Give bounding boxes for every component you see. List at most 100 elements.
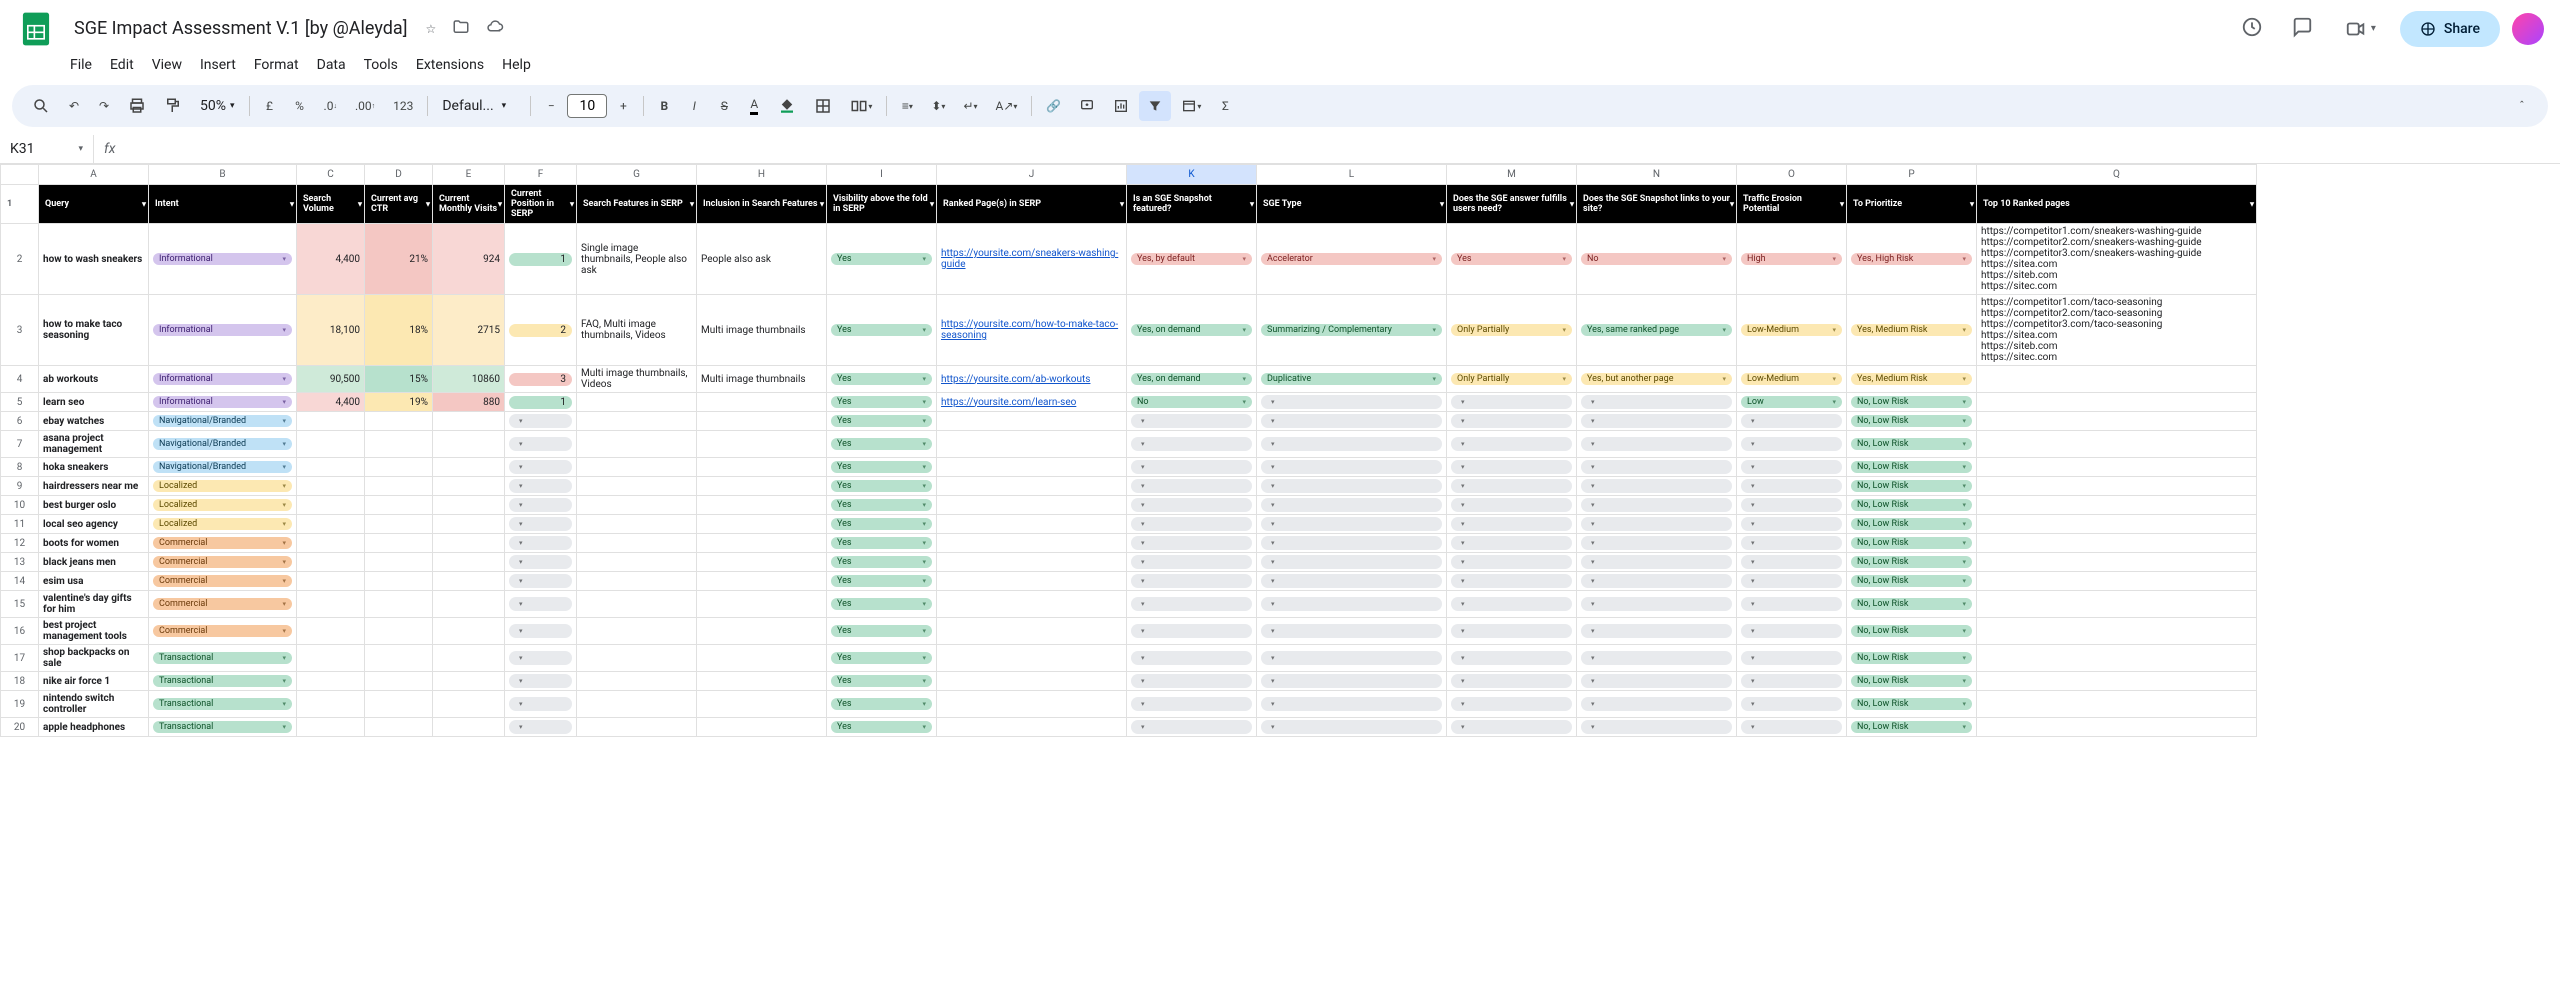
cell[interactable] <box>1977 393 2257 412</box>
cell[interactable] <box>697 618 827 645</box>
row-header-9[interactable]: 9 <box>1 477 39 496</box>
history-icon[interactable] <box>2233 8 2271 49</box>
cell[interactable] <box>1127 515 1257 534</box>
cell[interactable]: 18,100 <box>297 295 365 366</box>
cell[interactable] <box>1257 618 1447 645</box>
cell[interactable] <box>577 591 697 618</box>
cell[interactable] <box>577 515 697 534</box>
cell[interactable]: Yes, on demand <box>1127 295 1257 366</box>
cell[interactable]: No, Low Risk <box>1847 431 1977 458</box>
cell[interactable]: Multi image thumbnails <box>697 295 827 366</box>
cell[interactable] <box>365 412 433 431</box>
cell[interactable] <box>365 534 433 553</box>
cell[interactable] <box>1977 458 2257 477</box>
cell[interactable]: Low-Medium <box>1737 366 1847 393</box>
cell[interactable] <box>297 458 365 477</box>
cell[interactable] <box>1127 412 1257 431</box>
cell[interactable]: 21% <box>365 224 433 295</box>
percent-icon[interactable]: % <box>286 91 314 121</box>
ranked-link[interactable]: https://yoursite.com/how-to-make-taco-se… <box>941 319 1118 341</box>
cell[interactable]: FAQ, Multi image thumbnails, Videos <box>577 295 697 366</box>
cell[interactable] <box>1737 534 1847 553</box>
cell[interactable] <box>505 534 577 553</box>
table-header[interactable]: Current Position in SERP▾ <box>505 185 577 224</box>
cell[interactable]: black jeans men <box>39 553 149 572</box>
cell[interactable]: https://yoursite.com/how-to-make-taco-se… <box>937 295 1127 366</box>
cell[interactable] <box>505 553 577 572</box>
cell[interactable] <box>1447 618 1577 645</box>
cell[interactable] <box>505 691 577 718</box>
sheet-grid[interactable]: ABCDEFGHIJKLMNOPQ1Query▾Intent▾Search Vo… <box>0 164 2560 977</box>
cell[interactable]: asana project management <box>39 431 149 458</box>
cell[interactable] <box>577 572 697 591</box>
cell[interactable]: Duplicative <box>1257 366 1447 393</box>
horizontal-align-icon[interactable]: ≡▾ <box>893 91 921 121</box>
cell[interactable] <box>505 672 577 691</box>
cell[interactable] <box>505 718 577 737</box>
cell[interactable]: 924 <box>433 224 505 295</box>
cell[interactable]: 1 <box>505 393 577 412</box>
cell[interactable]: apple headphones <box>39 718 149 737</box>
cell[interactable] <box>365 572 433 591</box>
cell[interactable] <box>577 672 697 691</box>
row-header-8[interactable]: 8 <box>1 458 39 477</box>
row-header-17[interactable]: 17 <box>1 645 39 672</box>
star-icon[interactable]: ☆ <box>421 18 440 40</box>
cell[interactable] <box>433 553 505 572</box>
cell[interactable] <box>1577 431 1737 458</box>
search-menus-icon[interactable] <box>24 91 58 121</box>
functions-icon[interactable]: Σ <box>1211 91 1239 121</box>
cell[interactable] <box>937 496 1127 515</box>
cell[interactable] <box>1737 496 1847 515</box>
cell[interactable]: Localized <box>149 496 297 515</box>
cell[interactable] <box>1737 458 1847 477</box>
cell[interactable] <box>1577 591 1737 618</box>
cell[interactable] <box>1127 591 1257 618</box>
cell[interactable]: People also ask <box>697 224 827 295</box>
cell[interactable]: Yes <box>827 691 937 718</box>
cell[interactable] <box>697 553 827 572</box>
document-title[interactable]: SGE Impact Assessment V.1 [by @Aleyda] <box>68 16 413 41</box>
cell[interactable] <box>297 572 365 591</box>
cell[interactable] <box>433 618 505 645</box>
cell[interactable] <box>697 458 827 477</box>
menu-insert[interactable]: Insert <box>192 53 244 77</box>
cell[interactable] <box>1127 534 1257 553</box>
cell[interactable] <box>697 496 827 515</box>
print-icon[interactable] <box>120 91 154 121</box>
cell[interactable] <box>505 496 577 515</box>
cell[interactable] <box>505 515 577 534</box>
cell[interactable]: ab workouts <box>39 366 149 393</box>
table-header[interactable]: Top 10 Ranked pages▾ <box>1977 185 2257 224</box>
cell[interactable]: esim usa <box>39 572 149 591</box>
cell[interactable] <box>1257 691 1447 718</box>
text-wrap-icon[interactable]: ↵▾ <box>955 91 985 121</box>
cell[interactable]: 19% <box>365 393 433 412</box>
cell[interactable]: 1 <box>505 224 577 295</box>
menu-help[interactable]: Help <box>494 53 539 77</box>
table-header[interactable]: To Prioritize▾ <box>1847 185 1977 224</box>
cell[interactable] <box>1447 572 1577 591</box>
table-header[interactable]: Search Features in SERP▾ <box>577 185 697 224</box>
cell[interactable]: Localized <box>149 477 297 496</box>
column-header-J[interactable]: J <box>937 165 1127 185</box>
cell[interactable] <box>1577 572 1737 591</box>
cell[interactable] <box>297 691 365 718</box>
cell[interactable]: Yes <box>827 672 937 691</box>
cell[interactable]: No <box>1127 393 1257 412</box>
menu-file[interactable]: File <box>62 53 100 77</box>
cell[interactable]: Summarizing / Complementary <box>1257 295 1447 366</box>
cell[interactable] <box>1737 412 1847 431</box>
collapse-toolbar-icon[interactable]: ˆ <box>2508 91 2536 121</box>
table-header[interactable]: Query▾ <box>39 185 149 224</box>
cell[interactable] <box>297 645 365 672</box>
cell[interactable] <box>1577 645 1737 672</box>
cell[interactable] <box>937 515 1127 534</box>
cell[interactable] <box>365 431 433 458</box>
cell[interactable]: Commercial <box>149 591 297 618</box>
cell[interactable] <box>697 534 827 553</box>
decrease-decimal-icon[interactable]: .0↓ <box>316 91 345 121</box>
cell[interactable]: Low-Medium <box>1737 295 1847 366</box>
cell[interactable] <box>577 393 697 412</box>
cell[interactable]: nintendo switch controller <box>39 691 149 718</box>
